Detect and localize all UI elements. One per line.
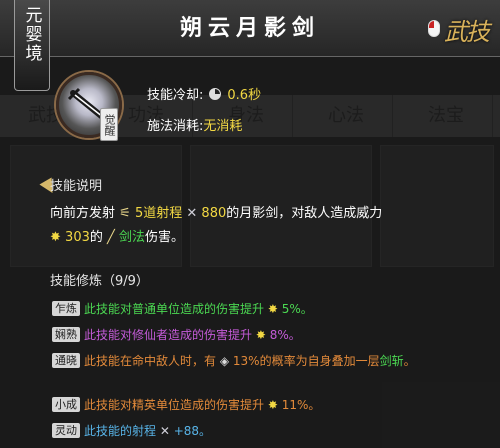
modifier-tag: 灵动: [52, 423, 80, 438]
sword-icon: ╱: [107, 230, 115, 245]
modifier-row: 乍炼 此技能对普通单位造成的伤害提升 ✸ 5%。: [52, 300, 472, 318]
category-label: 武技: [444, 18, 490, 46]
modifier-row: 娴熟 此技能对修仙者造成的伤害提升 ✸ 8%。: [52, 326, 472, 344]
cost-row: 施法消耗:无消耗: [147, 115, 242, 134]
dice-icon: ◈: [219, 354, 230, 368]
modifier-row: 灵动 此技能的射程 ✕ +88。: [52, 422, 472, 440]
modifier-text: 此技能对修仙者造成的伤害提升: [84, 328, 253, 342]
realm-badge: 元婴境: [14, 0, 50, 91]
desc-part-3: 的: [89, 230, 103, 245]
modifier-row: 小成 此技能对精英单位造成的伤害提升 ✸ 11%。: [52, 396, 472, 414]
modifier-text: 此技能的射程: [84, 424, 157, 438]
desc-part-1: 向前方发射: [50, 206, 116, 221]
cooldown-label: 技能冷却:: [147, 88, 204, 103]
modifier-text: 此技能在命中敌人时，有: [84, 354, 217, 368]
power-icon: ✸: [255, 328, 266, 342]
power-icon: ✸: [50, 230, 61, 245]
modifier-tag: 通晓: [52, 353, 80, 368]
modifier-text: 此技能对普通单位造成的伤害提升: [84, 302, 265, 316]
modifier-text-3: 。: [403, 354, 416, 368]
mouse-left-click-icon: [428, 20, 440, 37]
modifier-tag: 小成: [52, 397, 80, 412]
clock-icon: [209, 88, 222, 100]
skill-description: 向前方发射 ⚟ 5道射程 ✕ 880的月影剑，对敌人造成威力 ✸ 303的 ╱ …: [50, 202, 470, 250]
modifier-value-2: 剑斩: [379, 354, 404, 368]
desc-part-4: 伤害。: [145, 230, 185, 245]
skill-title: 朔云月影剑: [179, 15, 320, 41]
modifier-text-2: 的概率为自身叠加一层: [259, 354, 380, 368]
cost-value: 无消耗: [203, 119, 243, 134]
modifier-value: 8%。: [269, 328, 301, 342]
volley-icon: ⚟: [119, 206, 131, 221]
modifier-text: 此技能对精英单位造成的伤害提升: [84, 398, 265, 412]
power-icon: ✸: [267, 302, 278, 316]
cost-label: 施法消耗:: [147, 119, 204, 134]
skill-icon: 觉醒: [56, 72, 122, 141]
modifier-row: 通晓 此技能在命中敌人时，有 ◈ 13%的概率为自身叠加一层剑斩。: [52, 352, 452, 370]
modifier-tag: 乍炼: [52, 301, 80, 316]
range-icon: ✕: [159, 424, 170, 438]
desc-part-2: 的月影剑，对敌人造成威力: [226, 206, 383, 221]
range-icon: ✕: [186, 206, 198, 221]
modifier-value: +88。: [173, 424, 212, 438]
description-heading: 技能说明: [50, 179, 103, 194]
modifier-tag: 娴熟: [52, 327, 80, 342]
modifier-value: 11%。: [281, 398, 321, 412]
power-icon: ✸: [267, 398, 278, 412]
cooldown-row: 技能冷却: 0.6秒: [147, 84, 261, 103]
desc-element: 剑法: [119, 230, 146, 245]
modifier-value: 13%: [232, 354, 260, 368]
cooldown-value: 0.6秒: [227, 88, 262, 103]
desc-range: 880: [201, 206, 227, 221]
modifiers-heading: 技能修炼（9/9）: [50, 274, 149, 289]
desc-count: 5道射程: [134, 206, 183, 221]
desc-power: 303: [65, 230, 90, 245]
awaken-badge: 觉醒: [100, 108, 118, 141]
modifier-value: 5%。: [281, 302, 313, 316]
realm-label: 元婴境: [21, 6, 42, 63]
